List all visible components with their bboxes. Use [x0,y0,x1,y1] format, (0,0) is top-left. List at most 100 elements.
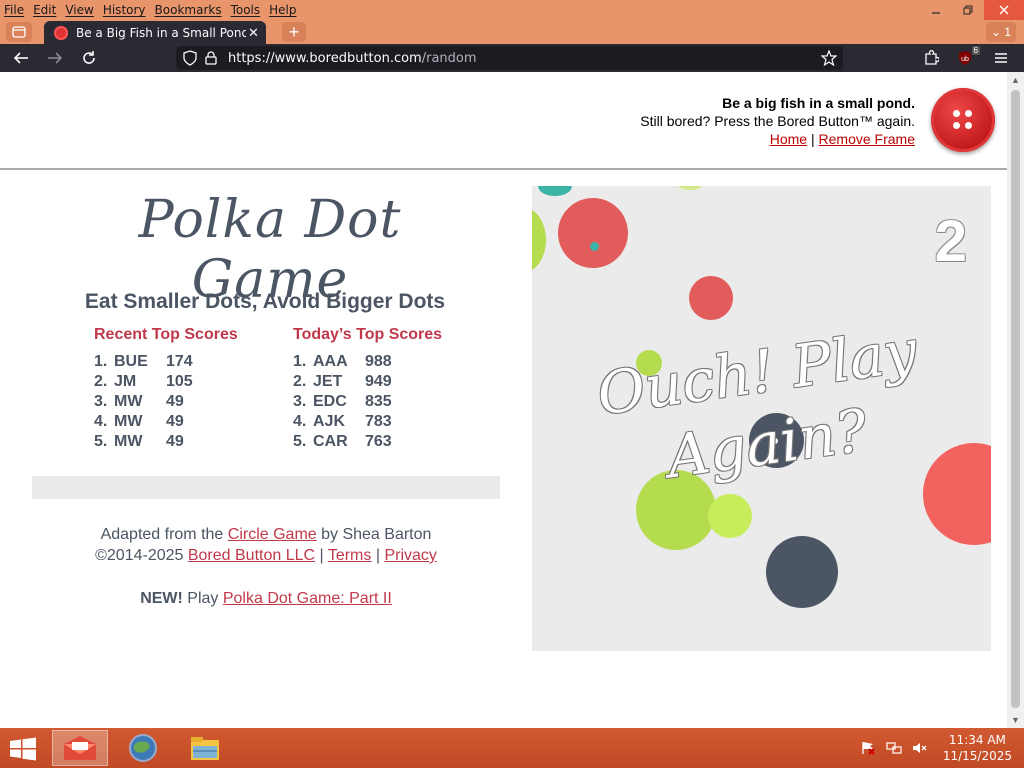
score-name: MW [114,413,143,430]
taskbar-app-file-explorer[interactable] [177,730,233,766]
windows-taskbar: 11:34 AM 11/15/2025 [0,728,1024,768]
url-bar[interactable]: https://www.boredbutton.com/random [176,46,843,70]
score-value: 988 [365,353,392,370]
game-over-message[interactable]: Ouch! Play Again? [584,313,941,503]
score-row: 1. AAA 988 [293,352,442,372]
score-row: 2. JM 105 [94,372,238,392]
list-all-tabs-button[interactable]: ⌄ 1 [986,22,1016,42]
folder-icon [191,737,219,760]
privacy-link[interactable]: Privacy [384,547,436,564]
reload-icon [83,51,95,64]
taskbar-app-browser[interactable] [115,730,171,766]
score-name: MW [114,393,143,410]
score-name: EDC [313,393,347,410]
menu-help[interactable]: Help [269,3,296,17]
reload-button[interactable] [78,48,100,68]
ublock-extension-button[interactable]: ub 6 [954,46,980,68]
score-value: 949 [365,373,392,390]
score-rank: 3. [94,393,108,410]
link-separator: | [315,547,328,564]
new-game-promo: NEW! Play Polka Dot Game: Part II [32,590,500,608]
polka-dot [558,198,628,268]
extension-badge: 6 [971,46,980,55]
clock-date: 11/15/2025 [942,749,1012,763]
bored-button[interactable] [931,88,995,152]
score-value: 763 [365,433,392,450]
action-center-flag-icon[interactable] [857,737,879,759]
game-canvas[interactable]: 2 Ouch! Play Again? [532,186,991,651]
menu-tools[interactable]: Tools [231,3,261,17]
menu-view[interactable]: View [65,3,93,17]
score-name: CAR [313,433,348,450]
score-name: JET [313,373,343,390]
globe-browser-icon [129,734,157,762]
bored-button-frame-header: Be a big fish in a small pond. Still bor… [0,72,1007,170]
tab-close-icon[interactable]: ✕ [248,25,259,41]
bookmark-star-icon[interactable] [819,48,839,68]
new-label: NEW! [140,590,183,607]
firefox-view-button[interactable] [6,22,32,42]
chevron-down-icon: ⌄ [990,25,1002,39]
score-rank: 2. [293,373,307,390]
url-text[interactable]: https://www.boredbutton.com/random [228,51,477,66]
score-name: AAA [313,353,348,370]
frame-tagline: Still bored? Press the Bored Button™ aga… [640,113,915,129]
minimize-button[interactable] [920,0,952,20]
score-row: 1. BUE 174 [94,352,238,372]
windows-logo-icon [10,737,36,761]
score-rank: 2. [94,373,108,390]
menu-bookmarks[interactable]: Bookmarks [155,3,222,17]
link-separator: | [371,547,385,564]
score-rank: 5. [94,433,108,450]
credits-text: by Shea Barton [316,526,432,543]
polka-dot [766,536,838,608]
app-menu-button[interactable] [990,48,1012,68]
home-link[interactable]: Home [770,131,807,147]
menu-history[interactable]: History [103,3,146,17]
plus-icon: + [288,21,300,42]
start-button[interactable] [8,736,38,762]
menu-file[interactable]: File [4,3,24,17]
credits-text: Adapted from the [100,526,228,543]
taskbar-clock[interactable]: 11:34 AM 11/15/2025 [935,732,1024,764]
back-button[interactable] [10,48,32,68]
score-rank: 4. [94,413,108,430]
game-subtitle: Eat Smaller Dots, Avoid Bigger Dots [84,290,446,313]
frame-links: Home | Remove Frame [640,130,915,148]
scroll-down-icon[interactable]: ▼ [1007,712,1024,728]
terms-link[interactable]: Terms [328,547,372,564]
tab-active[interactable]: Be a Big Fish in a Small Pond - Bored Bu… [44,21,266,44]
close-icon [999,5,1009,15]
menu-bar: File Edit View History Bookmarks Tools H… [0,0,306,20]
extensions-button[interactable] [920,48,942,68]
polka-dot-part-2-link[interactable]: Polka Dot Game: Part II [223,590,392,607]
copyright-text: ©2014-2025 [95,547,188,564]
polka-dot [689,276,733,320]
taskbar-app-active[interactable] [52,730,108,766]
volume-muted-icon[interactable] [909,737,931,759]
network-icon[interactable] [883,737,905,759]
menu-edit[interactable]: Edit [33,3,56,17]
ublock-shield-icon: ub [959,51,971,65]
new-tab-button[interactable]: + [282,22,306,42]
restore-icon [963,5,973,15]
score-row: 4. AJK 783 [293,412,442,432]
scroll-up-icon[interactable]: ▲ [1007,72,1024,88]
forward-button[interactable] [44,48,66,68]
todays-top-scores: Today’s Top Scores 1. AAA 988 2. JET 949 3. E… [293,326,442,452]
score-row: 3. MW 49 [94,392,238,412]
close-window-button[interactable] [984,0,1024,20]
scroll-thumb[interactable] [1011,90,1020,708]
frame-header-text: Be a big fish in a small pond. Still bor… [640,94,915,148]
remove-frame-link[interactable]: Remove Frame [819,131,915,147]
restore-button[interactable] [952,0,984,20]
tab-title: Be a Big Fish in a Small Pond - Bored Bu… [76,25,246,40]
tab-count: 1 [1004,25,1012,39]
bored-button-llc-link[interactable]: Bored Button LLC [188,547,315,564]
shield-icon[interactable] [182,50,198,66]
lock-icon[interactable] [204,50,218,66]
score-row: 5. CAR 763 [293,432,442,452]
circle-game-link[interactable]: Circle Game [228,526,317,543]
score-row: 2. JET 949 [293,372,442,392]
page-scrollbar[interactable]: ▲ ▼ [1007,72,1024,728]
